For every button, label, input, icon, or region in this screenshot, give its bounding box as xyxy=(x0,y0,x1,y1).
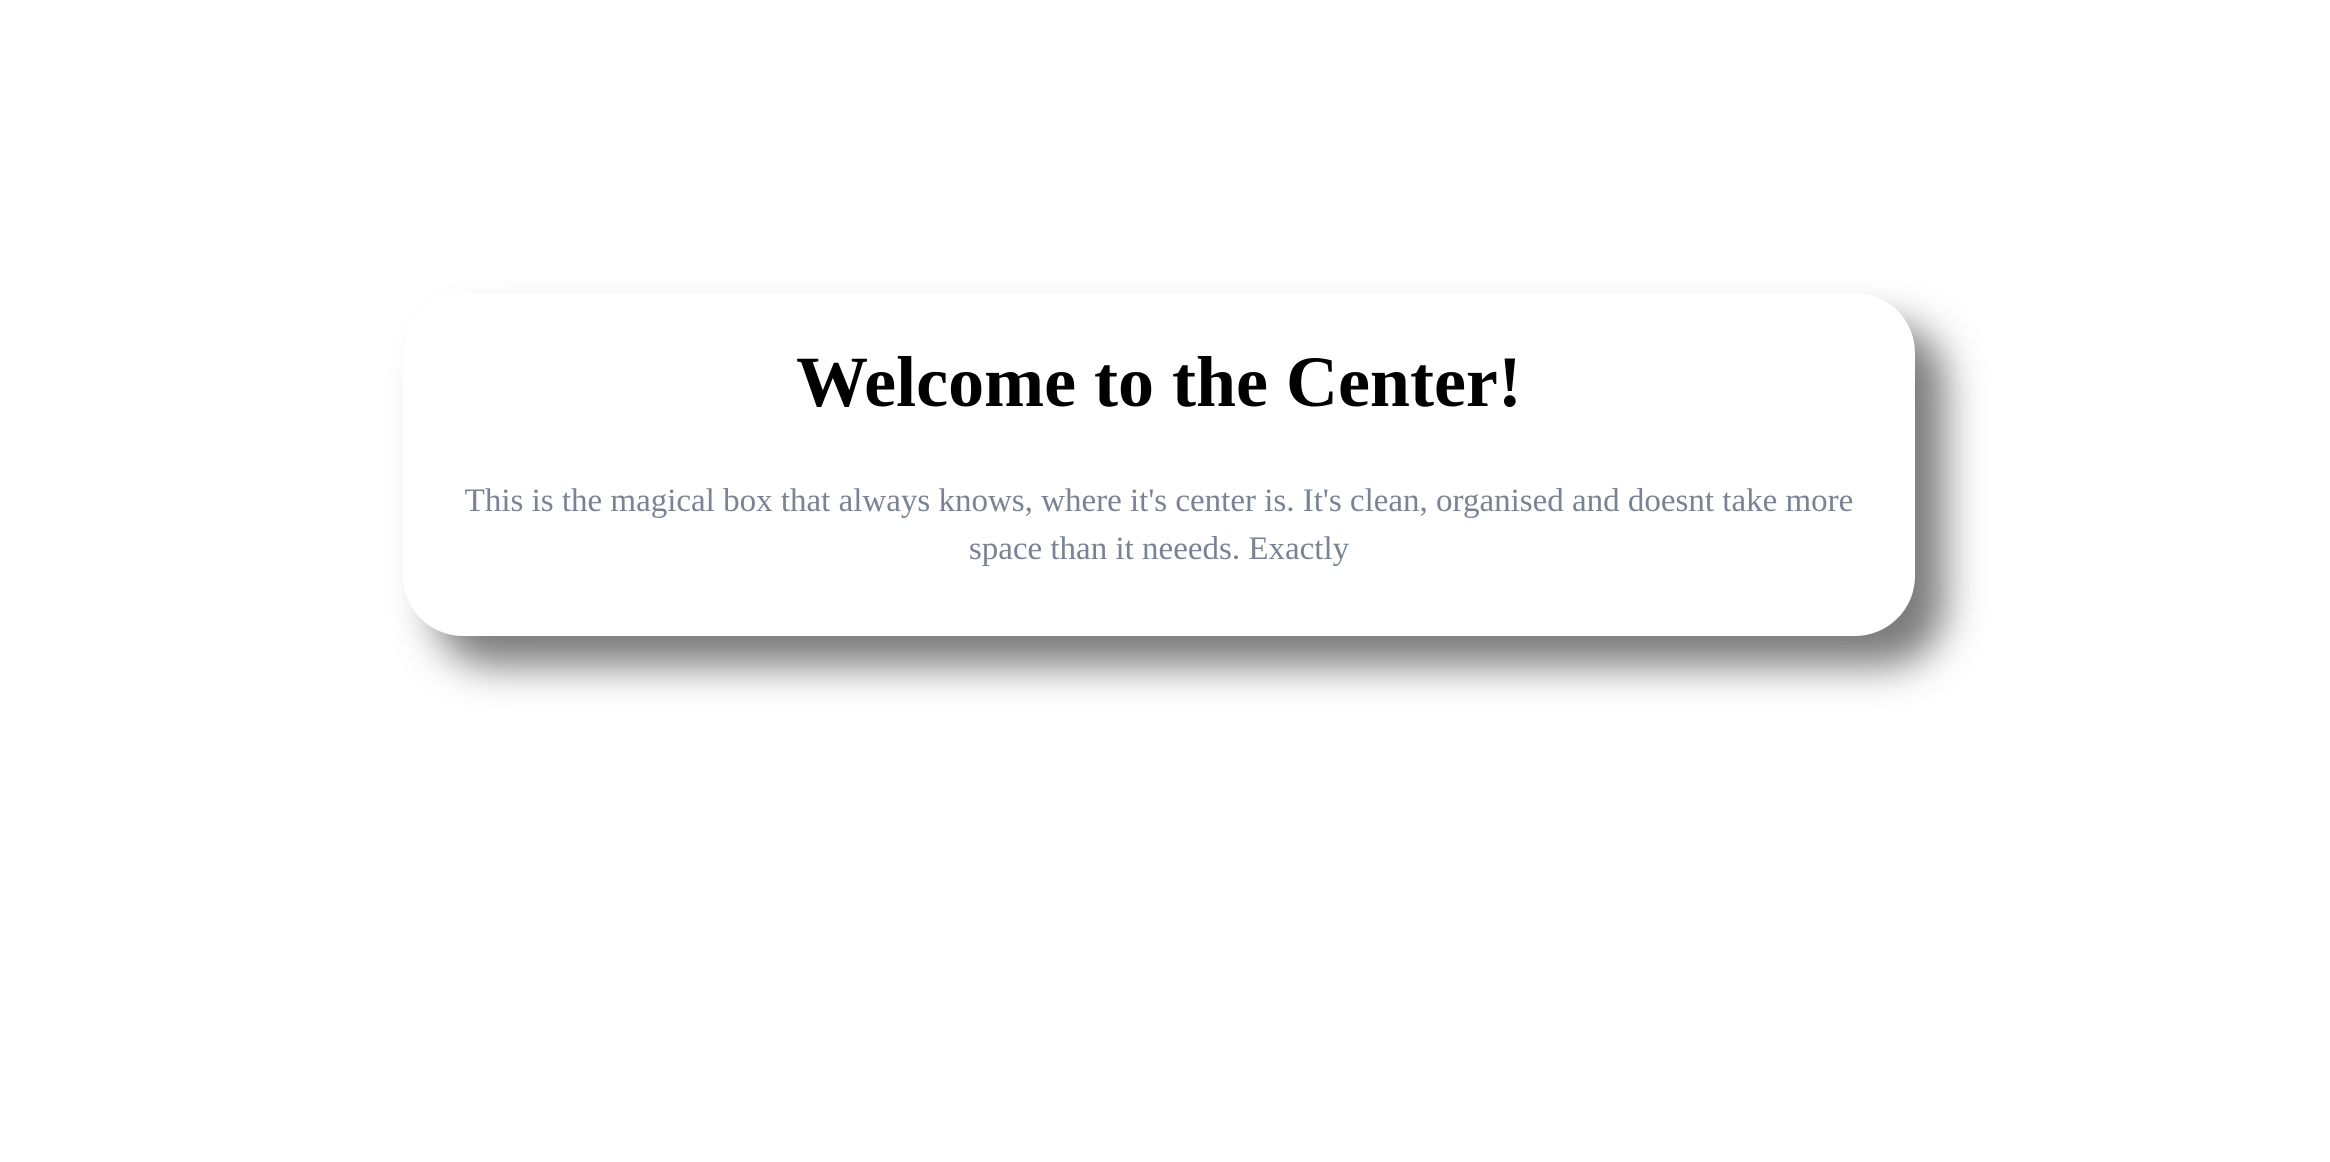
card-title: Welcome to the Center! xyxy=(796,342,1522,422)
card-description: This is the magical box that always know… xyxy=(464,483,1854,568)
page: Welcome to the Center! This is the magic… xyxy=(0,0,2330,1162)
center-card: Welcome to the Center! This is the magic… xyxy=(403,293,1915,636)
